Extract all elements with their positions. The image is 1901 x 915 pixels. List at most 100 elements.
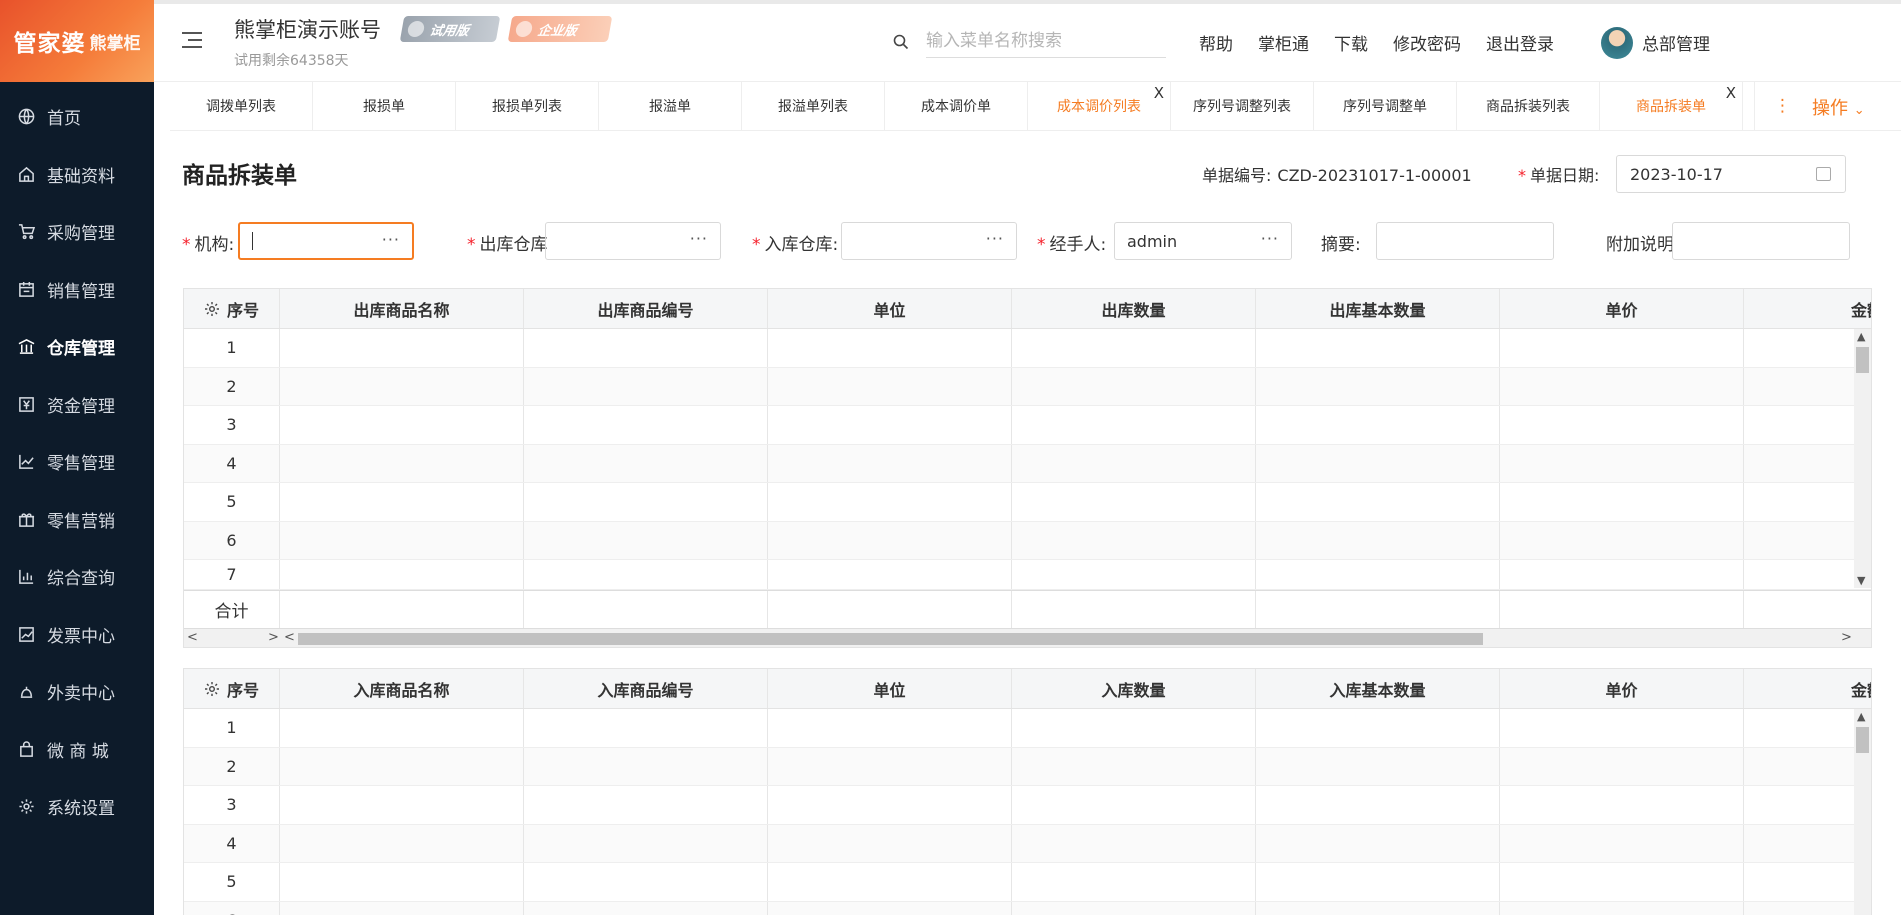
tab-cost-adjust-list[interactable]: 成本调价列表 X bbox=[1028, 82, 1171, 130]
sidebar-item-basics[interactable]: 基础资料 bbox=[0, 146, 154, 204]
org-field[interactable]: ··· bbox=[238, 222, 414, 260]
zhangguitong-link[interactable]: 掌柜通 bbox=[1258, 30, 1309, 55]
table-row[interactable]: 4 bbox=[184, 444, 1871, 483]
column-header-price[interactable]: 单价 bbox=[1500, 289, 1744, 328]
column-header-out-code[interactable]: 出库商品编号 bbox=[524, 289, 768, 328]
column-header-amount[interactable]: 金额 bbox=[1744, 669, 1871, 708]
sidebar-item-home[interactable]: 首页 bbox=[0, 88, 154, 146]
search-icon[interactable] bbox=[893, 34, 909, 50]
column-header-in-code[interactable]: 入库商品编号 bbox=[524, 669, 768, 708]
remark-field[interactable] bbox=[1672, 222, 1850, 260]
gear-icon[interactable] bbox=[204, 301, 220, 317]
sidebar-item-settings[interactable]: 系统设置 bbox=[0, 778, 154, 836]
column-header-seq[interactable]: 序号 bbox=[184, 289, 280, 328]
column-header-amount[interactable]: 金额 bbox=[1744, 289, 1871, 328]
tab-label: 序列号调整列表 bbox=[1193, 99, 1291, 115]
vertical-scrollbar[interactable]: ▲ bbox=[1854, 709, 1871, 915]
tab-assembly[interactable]: 商品拆装单 X bbox=[1600, 82, 1743, 130]
column-header-out-name[interactable]: 出库商品名称 bbox=[280, 289, 524, 328]
sidebar-item-label: 基础资料 bbox=[47, 166, 115, 187]
calendar-icon[interactable] bbox=[1816, 167, 1831, 181]
ellipsis-icon[interactable]: ··· bbox=[986, 229, 1004, 248]
sidebar-item-retail[interactable]: 零售管理 bbox=[0, 433, 154, 491]
doc-date-field[interactable]: 2023-10-17 bbox=[1616, 155, 1846, 193]
out-warehouse-field[interactable]: ··· bbox=[545, 222, 721, 260]
scroll-thumb[interactable] bbox=[1856, 347, 1869, 373]
sidebar-item-mall[interactable]: 微 商 城 bbox=[0, 721, 154, 779]
table-row[interactable]: 2 bbox=[184, 747, 1871, 786]
sidebar-item-purchase[interactable]: 采购管理 bbox=[0, 203, 154, 261]
sidebar-item-invoice[interactable]: 发票中心 bbox=[0, 606, 154, 664]
scroll-left-icon[interactable]: < bbox=[284, 630, 295, 645]
scroll-right-icon[interactable]: > bbox=[268, 630, 279, 645]
table-row[interactable]: 3 bbox=[184, 406, 1871, 445]
column-header-in-name[interactable]: 入库商品名称 bbox=[280, 669, 524, 708]
summary-field[interactable] bbox=[1376, 222, 1554, 260]
in-warehouse-field[interactable]: ··· bbox=[841, 222, 1017, 260]
tab-serial-adjust-list[interactable]: 序列号调整列表 bbox=[1171, 82, 1314, 130]
horizontal-scrollbar[interactable]: < > < > bbox=[184, 628, 1871, 647]
column-header-in-base-qty[interactable]: 入库基本数量 bbox=[1256, 669, 1500, 708]
column-header-in-qty[interactable]: 入库数量 bbox=[1012, 669, 1256, 708]
table-row[interactable]: 5 bbox=[184, 863, 1871, 902]
logout-link[interactable]: 退出登录 bbox=[1486, 30, 1554, 55]
menu-collapse-icon[interactable] bbox=[182, 32, 204, 52]
ellipsis-icon[interactable]: ··· bbox=[1261, 229, 1279, 248]
menu-search-input[interactable] bbox=[926, 24, 1166, 58]
close-icon[interactable]: X bbox=[1154, 84, 1164, 102]
operations-dropdown[interactable]: 操作 ⌄ bbox=[1812, 94, 1865, 120]
more-icon[interactable]: ⋮ bbox=[1770, 82, 1795, 130]
table-row[interactable]: 4 bbox=[184, 824, 1871, 863]
trial-badge-icon bbox=[406, 21, 426, 37]
sidebar-item-funds[interactable]: 资金管理 bbox=[0, 376, 154, 434]
tab-cost-adjust[interactable]: 成本调价单 bbox=[885, 82, 1028, 130]
table-row[interactable]: 7 bbox=[184, 560, 1871, 590]
sidebar-item-sales[interactable]: 销售管理 bbox=[0, 261, 154, 319]
scroll-right-icon[interactable]: > bbox=[1841, 630, 1852, 645]
scroll-left-icon[interactable]: < bbox=[187, 630, 198, 645]
scroll-up-icon[interactable]: ▲ bbox=[1857, 710, 1865, 723]
logo[interactable]: 管家婆 熊掌柜 bbox=[0, 0, 154, 82]
tab-assembly-list[interactable]: 商品拆装列表 bbox=[1457, 82, 1600, 130]
gear-icon[interactable] bbox=[204, 681, 220, 697]
sidebar-item-delivery[interactable]: 外卖中心 bbox=[0, 663, 154, 721]
table-row[interactable]: 2 bbox=[184, 367, 1871, 406]
sidebar-item-warehouse[interactable]: 仓库管理 bbox=[0, 318, 154, 376]
sidebar-item-marketing[interactable]: 零售营销 bbox=[0, 491, 154, 549]
avatar[interactable] bbox=[1601, 27, 1633, 59]
table-row[interactable]: 3 bbox=[184, 786, 1871, 825]
tab-serial-adjust[interactable]: 序列号调整单 bbox=[1314, 82, 1457, 130]
close-icon[interactable]: X bbox=[1726, 84, 1736, 102]
operations-label: 操作 bbox=[1812, 98, 1848, 119]
handler-field[interactable]: admin ··· bbox=[1114, 222, 1292, 260]
tab-transfer-list[interactable]: 调拨单列表 bbox=[170, 82, 313, 130]
column-header-unit[interactable]: 单位 bbox=[768, 669, 1012, 708]
change-password-link[interactable]: 修改密码 bbox=[1393, 30, 1461, 55]
vertical-scrollbar[interactable]: ▲ ▼ bbox=[1854, 329, 1871, 588]
table-row[interactable]: 6 bbox=[184, 521, 1871, 560]
sidebar-item-query[interactable]: 综合查询 bbox=[0, 548, 154, 606]
tab-overflow[interactable]: 报溢单 bbox=[599, 82, 742, 130]
column-header-unit[interactable]: 单位 bbox=[768, 289, 1012, 328]
column-header-price[interactable]: 单价 bbox=[1500, 669, 1744, 708]
column-header-out-base-qty[interactable]: 出库基本数量 bbox=[1256, 289, 1500, 328]
user-name[interactable]: 总部管理 bbox=[1642, 30, 1710, 55]
tab-loss[interactable]: 报损单 bbox=[313, 82, 456, 130]
tab-loss-list[interactable]: 报损单列表 bbox=[456, 82, 599, 130]
column-header-seq[interactable]: 序号 bbox=[184, 669, 280, 708]
ellipsis-icon[interactable]: ··· bbox=[690, 229, 708, 248]
table-row[interactable]: 1 bbox=[184, 329, 1871, 368]
scroll-up-icon[interactable]: ▲ bbox=[1857, 330, 1865, 343]
table-row[interactable]: 1 bbox=[184, 709, 1871, 748]
download-link[interactable]: 下载 bbox=[1334, 30, 1368, 55]
scroll-thumb[interactable] bbox=[298, 633, 1483, 645]
help-link[interactable]: 帮助 bbox=[1199, 30, 1233, 55]
tab-overflow-list[interactable]: 报溢单列表 bbox=[742, 82, 885, 130]
row-number: 3 bbox=[184, 786, 280, 824]
scroll-thumb[interactable] bbox=[1856, 727, 1869, 753]
ellipsis-icon[interactable]: ··· bbox=[382, 230, 400, 249]
table-row[interactable]: 6 bbox=[184, 901, 1871, 915]
scroll-down-icon[interactable]: ▼ bbox=[1857, 574, 1865, 587]
table-row[interactable]: 5 bbox=[184, 483, 1871, 522]
column-header-out-qty[interactable]: 出库数量 bbox=[1012, 289, 1256, 328]
